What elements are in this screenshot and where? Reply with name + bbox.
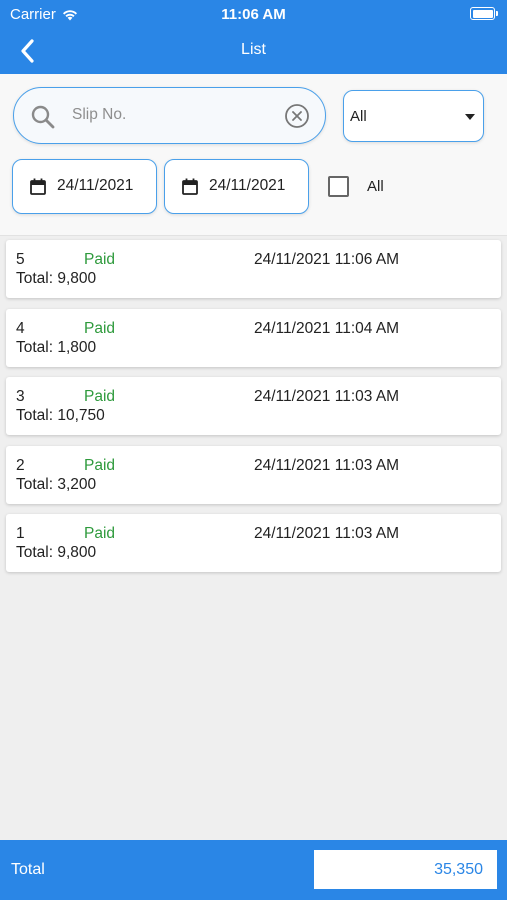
slip-datetime: 24/11/2021 11:03 AM: [254, 525, 400, 542]
slip-total: Total: 9,800: [16, 270, 97, 287]
nav-bar: List: [0, 28, 507, 74]
slip-row[interactable]: 5 Paid 24/11/2021 11:06 AM Total: 9,800: [6, 240, 501, 298]
slip-status: Paid: [84, 525, 116, 542]
slip-status: Paid: [84, 456, 116, 474]
calendar-icon: [182, 178, 198, 195]
from-date-picker[interactable]: 24/11/2021: [12, 159, 157, 214]
slip-total: Total: 10,750: [16, 407, 105, 424]
slip-number: 3: [16, 388, 25, 405]
slip-datetime: 24/11/2021 11:06 AM: [254, 251, 400, 268]
total-footer: Total 35,350: [0, 840, 507, 900]
slip-total: Total: 9,800: [16, 544, 97, 561]
slip-number: 5: [16, 251, 25, 268]
caret-down-icon: [465, 114, 475, 120]
all-checkbox[interactable]: [328, 176, 349, 197]
status-filter-value: All: [350, 108, 367, 125]
slip-number: 2: [16, 456, 25, 474]
search-icon: [31, 105, 55, 129]
app-header: Carrier 11:06 AM List: [0, 0, 507, 74]
slip-datetime: 24/11/2021 11:04 AM: [254, 319, 400, 337]
to-date-picker[interactable]: 24/11/2021: [164, 159, 309, 214]
filter-panel: Slip No. All 24/11/2021 24/11/2021 All: [0, 74, 507, 236]
clear-icon[interactable]: [284, 103, 310, 129]
slip-datetime: 24/11/2021 11:03 AM: [254, 456, 400, 474]
grand-total-value: 35,350: [434, 861, 483, 878]
slip-status: Paid: [84, 319, 116, 337]
from-date-value: 24/11/2021: [57, 177, 134, 194]
slip-number: 1: [16, 525, 25, 542]
slip-row[interactable]: 1 Paid 24/11/2021 11:03 AM Total: 9,800: [6, 514, 501, 572]
search-placeholder: Slip No.: [72, 106, 127, 123]
footer-total-label: Total: [11, 861, 45, 878]
slip-total: Total: 3,200: [16, 475, 97, 493]
slip-row[interactable]: 4 Paid 24/11/2021 11:04 AM Total: 1,800: [6, 308, 501, 367]
slip-total: Total: 1,800: [16, 338, 97, 356]
slip-row[interactable]: 3 Paid 24/11/2021 11:03 AM Total: 10,750: [6, 377, 501, 435]
status-time: 11:06 AM: [221, 6, 286, 23]
search-input[interactable]: Slip No.: [13, 87, 326, 144]
calendar-icon: [30, 178, 46, 195]
grand-total-box: 35,350: [314, 850, 497, 889]
status-filter-select[interactable]: All: [343, 90, 484, 142]
slip-status: Paid: [84, 251, 116, 268]
page-title: List: [241, 41, 266, 58]
all-checkbox-label: All: [367, 178, 384, 195]
slip-number: 4: [16, 319, 25, 337]
slip-datetime: 24/11/2021 11:03 AM: [254, 388, 400, 405]
slip-status: Paid: [84, 388, 116, 405]
battery-icon: [470, 7, 498, 20]
status-bar: Carrier 11:06 AM: [0, 0, 507, 28]
slip-row[interactable]: 2 Paid 24/11/2021 11:03 AM Total: 3,200: [6, 445, 501, 504]
slip-list: 5 Paid 24/11/2021 11:06 AM Total: 9,800 …: [6, 240, 501, 583]
to-date-value: 24/11/2021: [209, 177, 286, 194]
